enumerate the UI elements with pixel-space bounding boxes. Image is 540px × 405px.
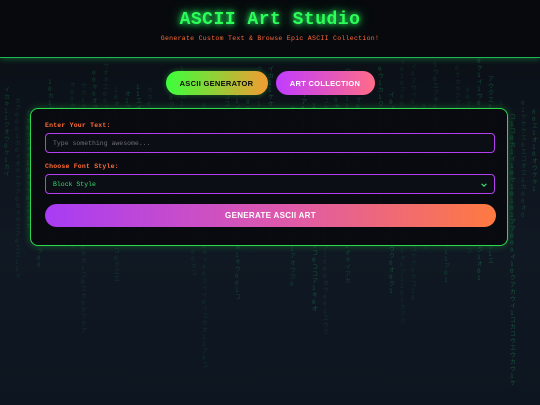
generate-ascii-art-button[interactable]: GENERATE ASCII ART (45, 204, 496, 227)
matrix-column: 01ケケケエ0エコオエ1カ00オ0 (521, 100, 528, 219)
ascii-generator-button[interactable]: ASCII GENERATOR (165, 71, 268, 95)
page-subtitle: Generate Custom Text & Browse Epic ASCII… (160, 35, 380, 42)
generator-panel: Enter Your Text: Choose Font Style: Bloc… (30, 108, 508, 246)
text-input-label: Enter Your Text: (45, 122, 111, 129)
chevron-down-icon (481, 183, 487, 187)
font-style-label: Choose Font Style: (45, 163, 119, 170)
font-style-select[interactable]: Block Style (45, 174, 495, 194)
art-collection-button[interactable]: ART COLLECTION (275, 71, 375, 95)
mode-nav: ASCII GENERATOR ART COLLECTION (0, 71, 540, 95)
matrix-column: イカキ11クオウ0ケ1カイ (4, 87, 11, 178)
font-style-selected-value: Block Style (53, 180, 96, 188)
page-header: ASCII Art Studio Generate Custom Text & … (0, 0, 540, 58)
page-title: ASCII Art Studio (179, 10, 361, 30)
text-input[interactable] (45, 133, 495, 153)
matrix-column: コ1コ0カ1イ10ケ10101アア000イ10クアカウイ1コカコウエウカウ1ケ (510, 114, 517, 387)
matrix-column: 00エ1オ10オウケキ1 (532, 109, 539, 193)
matrix-column: カア0001カ0イオキケウア0カイキエア0エエ11イ (15, 98, 22, 280)
